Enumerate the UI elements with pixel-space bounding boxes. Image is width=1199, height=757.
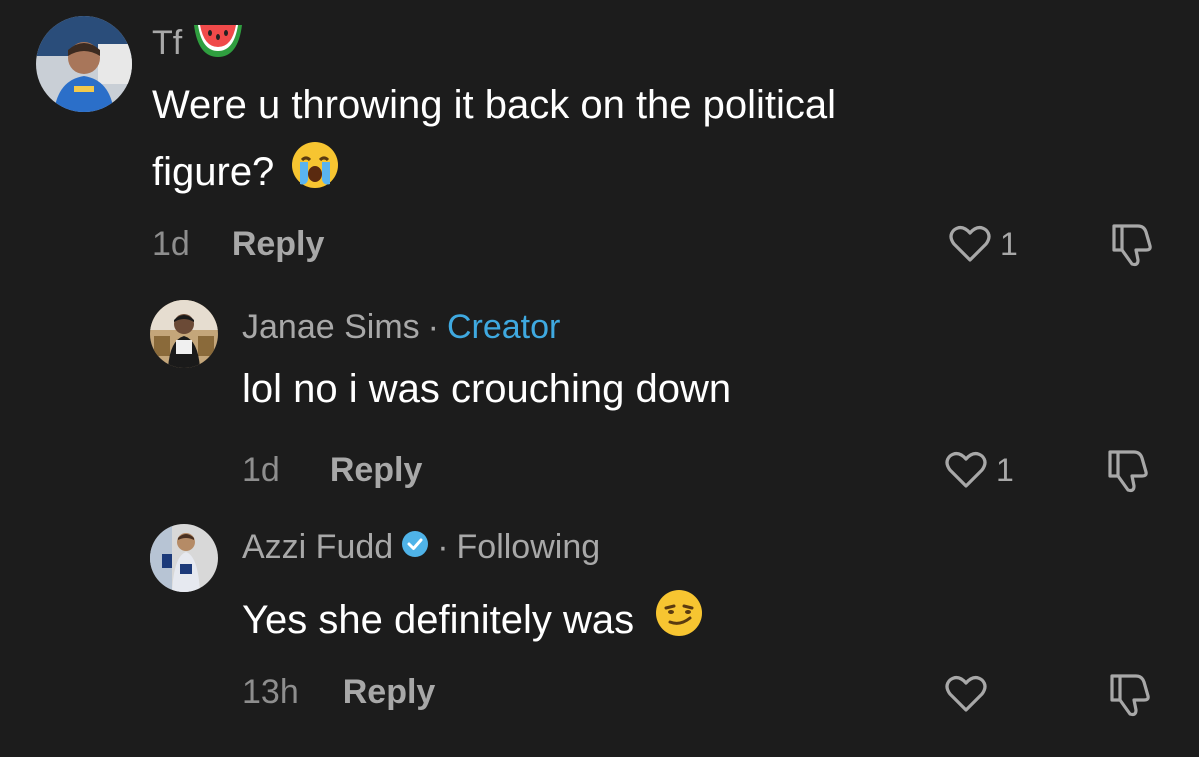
thumbs-down-icon: [1108, 450, 1148, 493]
like-count: 1: [1000, 225, 1018, 262]
username-azzi-fudd[interactable]: Azzi Fudd: [242, 528, 393, 567]
meta-row: 1d Reply: [152, 222, 324, 266]
comment-text-line1: Were u throwing it back on the political: [152, 83, 837, 127]
comment-tf: Tf Were u throwing it back on the politi…: [0, 0, 1199, 290]
heart-outline-icon: [949, 226, 991, 262]
creator-badge: Creator: [446, 307, 561, 346]
comment-text-content: Yes she definitely was: [242, 598, 635, 642]
comment-time: 1d: [152, 224, 190, 263]
comment-time: 1d: [242, 450, 280, 489]
thumbs-down-icon: [1112, 224, 1152, 267]
following-badge: Following: [456, 527, 601, 566]
comment-janae-sims: Janae Sims · Creator lol no i was crouch…: [0, 290, 1199, 510]
like-count: 1: [996, 451, 1014, 488]
reply-button[interactable]: Reply: [330, 451, 423, 490]
verified-badge-icon: [401, 528, 429, 567]
comment-text: lol no i was crouching down: [242, 367, 732, 411]
separator-dot: ·: [427, 307, 439, 346]
comment-text-line2: figure?: [152, 140, 340, 204]
dislike-button[interactable]: [1108, 222, 1156, 268]
smirking-face-emoji-icon: [654, 588, 704, 652]
comment-text-line2-text: figure?: [152, 150, 275, 194]
comment-text: Yes she definitely was: [242, 588, 704, 652]
meta-row: 13h Reply: [242, 670, 435, 714]
avatar-janae-sims[interactable]: [150, 300, 218, 368]
reply-button[interactable]: Reply: [232, 225, 325, 264]
meta-row: 1d Reply: [242, 448, 422, 492]
avatar-janae-sims-image: [150, 300, 218, 368]
loudly-crying-face-emoji-icon: [290, 140, 340, 204]
like-button[interactable]: [944, 672, 988, 716]
avatar-azzi-fudd[interactable]: [150, 524, 218, 592]
separator-dot: ·: [437, 527, 449, 566]
avatar-tf[interactable]: [36, 16, 132, 112]
heart-outline-icon: [945, 452, 987, 488]
username-line: Janae Sims · Creator: [242, 304, 560, 350]
comment-azzi-fudd: Azzi Fudd · Following Yes she definitely…: [0, 510, 1199, 757]
thumbs-down-icon: [1110, 674, 1150, 717]
dislike-button[interactable]: [1104, 448, 1152, 494]
dislike-button[interactable]: [1106, 672, 1154, 718]
like-button[interactable]: 1: [948, 222, 1018, 266]
heart-outline-icon: [945, 676, 987, 712]
avatar-tf-image: [36, 16, 132, 112]
username-line: Azzi Fudd · Following: [242, 524, 600, 570]
like-button[interactable]: 1: [944, 448, 1014, 492]
reply-button[interactable]: Reply: [343, 673, 436, 712]
avatar-azzi-fudd-image: [150, 524, 218, 592]
watermelon-emoji-icon: [192, 17, 244, 70]
username-tf[interactable]: Tf: [152, 24, 182, 63]
username-janae-sims[interactable]: Janae Sims: [242, 308, 420, 347]
comment-time: 13h: [242, 672, 299, 711]
username-line: Tf: [152, 18, 244, 68]
